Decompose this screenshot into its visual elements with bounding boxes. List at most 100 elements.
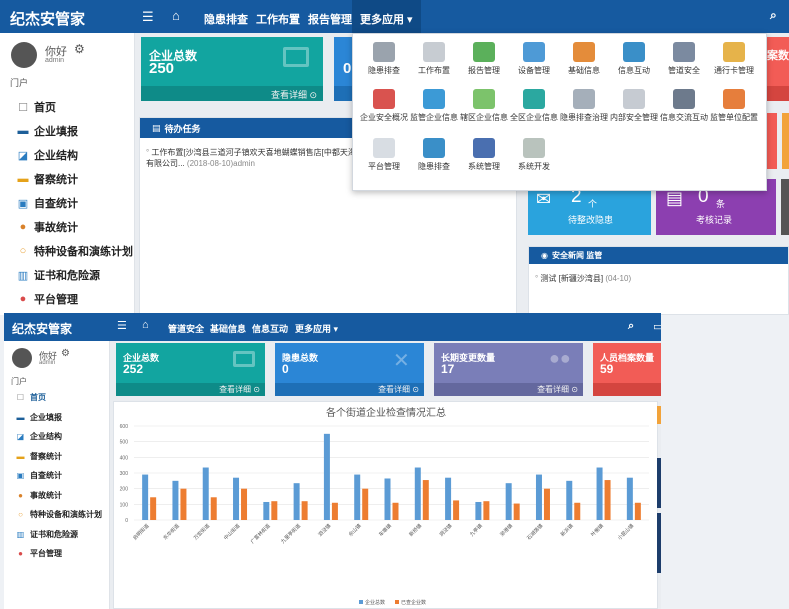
sidebar-item-home[interactable]: ☐ 首页 — [16, 95, 133, 119]
bar-total[interactable] — [505, 483, 512, 520]
search-icon[interactable]: ⌕ — [628, 320, 634, 333]
bar-total[interactable] — [535, 474, 542, 520]
sidebar-item-structure[interactable]: ◪ 企业结构 — [15, 427, 102, 447]
app-supervise[interactable]: 监管企业信息 — [408, 89, 460, 123]
app-overview[interactable]: 企业安全概况 — [358, 89, 410, 123]
settings-icon[interactable]: ⚙ — [61, 348, 70, 359]
app-report[interactable]: 报告管理 — [458, 42, 510, 76]
card-enterprise-total[interactable]: 企业总数 252 查看详细 ⊙ — [116, 343, 265, 396]
nav-info[interactable]: 信息互动 — [252, 322, 288, 335]
nav-more-apps[interactable]: 更多应用 ▾ — [295, 322, 338, 335]
card-detail-link[interactable]: 查看详细 ⊙ — [141, 86, 323, 101]
bar-checked[interactable] — [513, 503, 520, 520]
card-hazard-partial[interactable]: 0 — [334, 37, 352, 101]
bar-checked[interactable] — [543, 488, 550, 520]
nav-work[interactable]: 工作布置 — [256, 11, 300, 27]
menu-toggle-icon[interactable]: ☰ — [142, 9, 154, 25]
bar-checked[interactable] — [180, 488, 187, 520]
card-hazard-total[interactable]: 隐患总数 0 ✕ 查看详细 ⊙ — [275, 343, 424, 396]
bar-total[interactable] — [626, 477, 633, 520]
nav-pipe[interactable]: 管道安全 — [168, 322, 204, 335]
news-item[interactable]: ° 测试 [新疆沙湾县] (04-10) — [535, 273, 631, 284]
menu-toggle-icon[interactable]: ☰ — [117, 319, 127, 332]
sidebar-item-fill[interactable]: ▬ 企业填报 — [15, 408, 102, 428]
card-detail-link[interactable]: 查看详细 ⊙ — [275, 383, 424, 396]
sidebar-item-inspect[interactable]: ▬ 督察统计 — [15, 447, 102, 467]
sidebar-item-cert[interactable]: ▥ 证书和危险源 — [16, 263, 133, 287]
home-icon[interactable]: ⌂ — [142, 319, 149, 331]
card-enterprise-total[interactable]: 企业总数 250 查看详细 ⊙ — [141, 37, 323, 101]
card-archive-total[interactable]: 人员档案数量 59 — [593, 343, 661, 396]
bar-checked[interactable] — [210, 497, 217, 520]
sidebar-item-platform[interactable]: ● 平台管理 — [15, 544, 102, 564]
sidebar-item-equipment[interactable]: ○ 特种设备和演练计划 — [16, 239, 133, 263]
bar-checked[interactable] — [271, 501, 278, 520]
home-icon[interactable]: ⌂ — [172, 8, 180, 23]
app-govern[interactable]: 隐患排查治理 — [558, 89, 610, 123]
bar-total[interactable] — [475, 501, 482, 520]
card-archive-partial[interactable]: 案数量 — [767, 37, 789, 101]
nav-hazard[interactable]: 隐患排查 — [204, 11, 248, 27]
bar-total[interactable] — [445, 477, 452, 520]
task-item[interactable]: ° 工作布置[沙湾县三道河子镇欢天喜地蝴蝶销售店[中都天海眼镜 有限公司... … — [146, 147, 372, 169]
bar-checked[interactable] — [422, 480, 429, 520]
app-internal[interactable]: 内部安全管理 — [608, 89, 660, 123]
card-change-total[interactable]: 长期变更数量 17 ●● 查看详细 ⊙ — [434, 343, 583, 396]
bar-checked[interactable] — [362, 488, 369, 520]
bar-total[interactable] — [354, 474, 361, 520]
app-device[interactable]: 设备管理 — [508, 42, 560, 76]
sidebar-item-structure[interactable]: ◪ 企业结构 — [16, 143, 133, 167]
search-icon[interactable]: ⌕ — [770, 8, 777, 23]
bar-total[interactable] — [293, 483, 300, 520]
bar-total[interactable] — [596, 467, 603, 520]
app-hazard-2[interactable]: 隐患排查 — [408, 138, 460, 172]
app-region[interactable]: 全区企业信息 — [508, 89, 560, 123]
bar-checked[interactable] — [604, 480, 611, 520]
app-dev[interactable]: 系统开发 — [508, 138, 560, 172]
app-pass[interactable]: 通行卡管理 — [708, 42, 760, 76]
sidebar-item-platform[interactable]: ● 平台管理 — [16, 287, 133, 311]
sidebar-item-home[interactable]: ☐ 首页 — [15, 388, 102, 408]
bar-checked[interactable] — [392, 502, 399, 520]
bar-total[interactable] — [172, 480, 179, 520]
bar-checked[interactable] — [634, 502, 641, 520]
card-detail-link[interactable]: 查看详细 ⊙ — [434, 383, 583, 396]
bar-checked[interactable] — [483, 501, 490, 520]
message-icon[interactable]: ▭ — [653, 320, 661, 333]
sidebar-item-fill[interactable]: ▬ 企业填报 — [16, 119, 133, 143]
app-platform[interactable]: 平台管理 — [358, 138, 410, 172]
sidebar-item-inspect[interactable]: ▬ 督察统计 — [16, 167, 133, 191]
bar-checked[interactable] — [241, 488, 248, 520]
nav-basic[interactable]: 基础信息 — [210, 322, 246, 335]
bar-total[interactable] — [263, 501, 270, 520]
app-config[interactable]: 监管单位配置 — [708, 89, 760, 123]
app-district[interactable]: 辖区企业信息 — [458, 89, 510, 123]
bar-total[interactable] — [202, 467, 209, 520]
bar-checked[interactable] — [574, 502, 581, 520]
app-exchange[interactable]: 信息交流互动 — [658, 89, 710, 123]
sidebar-item-self[interactable]: ▣ 自查统计 — [16, 191, 133, 215]
nav-more-apps[interactable]: 更多应用 ▾ — [352, 0, 421, 33]
app-hazard[interactable]: 隐患排查 — [358, 42, 410, 76]
bar-checked[interactable] — [331, 502, 338, 520]
bar-checked[interactable] — [301, 501, 308, 520]
bar-total[interactable] — [384, 478, 391, 520]
app-basic[interactable]: 基础信息 — [558, 42, 610, 76]
sidebar-item-self[interactable]: ▣ 自查统计 — [15, 466, 102, 486]
sidebar-item-cert[interactable]: ▥ 证书和危险源 — [15, 525, 102, 545]
app-system[interactable]: 系统管理 — [458, 138, 510, 172]
card-detail-link[interactable]: 查看详细 ⊙ — [116, 383, 265, 396]
settings-icon[interactable]: ⚙ — [74, 42, 85, 56]
nav-report[interactable]: 报告管理 — [308, 11, 352, 27]
bar-checked[interactable] — [453, 500, 460, 520]
bar-total[interactable] — [323, 433, 330, 520]
app-pipe[interactable]: 管道安全 — [658, 42, 710, 76]
bar-total[interactable] — [566, 480, 573, 520]
bar-checked[interactable] — [150, 497, 157, 520]
app-work[interactable]: 工作布置 — [408, 42, 460, 76]
bar-total[interactable] — [414, 467, 421, 520]
sidebar-item-accident[interactable]: ● 事故统计 — [15, 486, 102, 506]
sidebar-item-accident[interactable]: ● 事故统计 — [16, 215, 133, 239]
bar-total[interactable] — [142, 474, 149, 520]
bar-total[interactable] — [233, 477, 240, 520]
